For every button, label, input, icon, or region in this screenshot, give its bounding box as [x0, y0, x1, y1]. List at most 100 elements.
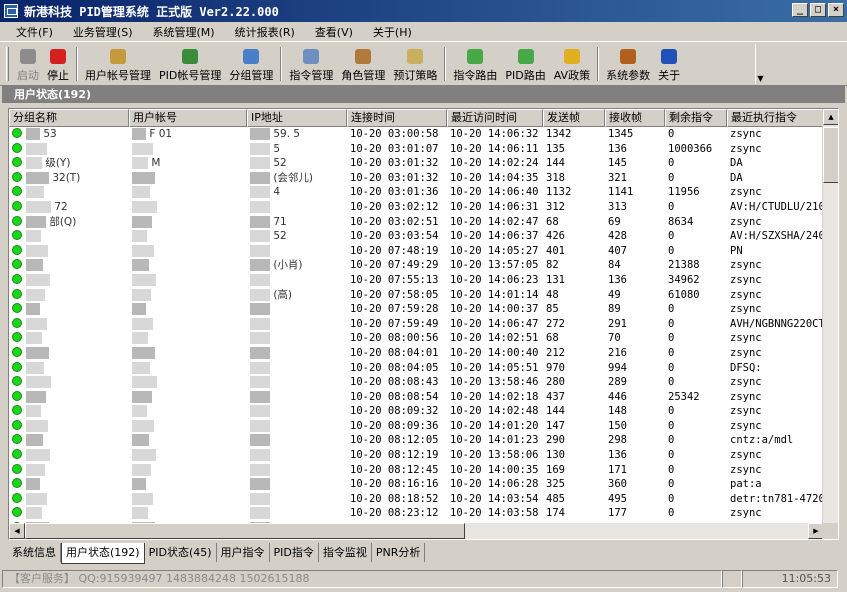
tab-3[interactable]: 用户指令 [217, 543, 270, 562]
table-row[interactable]: 10-20 08:12:05 10-20 14:01:23 290 298 0 cntz:… [9, 433, 824, 448]
redacted-block [26, 463, 45, 476]
cell-text: 10-20 08:12:45 [350, 463, 439, 476]
table-cell: 10-20 14:06:40 [447, 185, 543, 200]
menu-item-0[interactable]: 文件(F) [6, 24, 63, 40]
column-header-3[interactable]: 连接时间 [347, 109, 447, 127]
tab-6[interactable]: PNR分析 [372, 543, 426, 562]
toolbar-button-9[interactable]: PID路由 [501, 47, 549, 83]
cell-text: 313 [608, 200, 627, 213]
tab-5[interactable]: 指令监视 [319, 543, 372, 562]
table-row[interactable]: 32(T) (会邻儿) 10-20 03:01:32 10-20 14:04:35 3… [9, 171, 824, 186]
table-row[interactable]: (小肖) 10-20 07:49:29 10-20 13:57:05 82 84 2138… [9, 258, 824, 273]
toolbar-button-11[interactable]: 系统参数 [602, 47, 654, 83]
table-row[interactable]: 5 10-20 03:01:07 10-20 14:06:11 135 136 10003… [9, 142, 824, 157]
horizontal-scroll-thumb[interactable] [25, 523, 465, 539]
menu-item-2[interactable]: 系统管理(M) [143, 24, 225, 40]
table-row[interactable]: 10-20 08:04:01 10-20 14:00:40 212 216 0 zsync [9, 346, 824, 361]
table-row[interactable]: 53 F 01 59. 5 10-20 03:00:58 10-20 14:06:3… [9, 127, 824, 142]
cell-text: 145 [608, 157, 627, 170]
table-row[interactable]: 10-20 07:59:49 10-20 14:06:47 272 291 0 AVH/N… [9, 317, 824, 332]
table-cell: 10-20 14:05:51 [447, 361, 543, 376]
table-row[interactable]: 72 10-20 03:02:12 10-20 14:06:31 312 313 0 AV… [9, 200, 824, 215]
table-row[interactable]: 10-20 08:18:52 10-20 14:03:54 485 495 0 detr:… [9, 492, 824, 507]
cell-text: 0 [668, 346, 675, 359]
table-cell: 10-20 14:06:37 [447, 229, 543, 244]
user-status-grid[interactable]: 分组名称 用户帐号 IP地址 连接时间 最近访问时间 发送帧 接收帧 剩余指令 最近执行指令 5… [8, 108, 839, 540]
redacted-block [26, 288, 45, 301]
table-row[interactable]: 10-20 08:08:54 10-20 14:02:18 437 446 25342 z… [9, 390, 824, 405]
redacted-block [26, 128, 40, 140]
horizontal-scrollbar[interactable]: ◀ ▶ [9, 523, 824, 539]
redacted-block [250, 288, 270, 301]
toolbar-button-8[interactable]: 指令路由 [449, 47, 501, 83]
cell-text: 10-20 03:00:58 [350, 128, 439, 140]
table-cell: 10-20 07:49:29 [347, 258, 447, 273]
tab-4[interactable]: PID指令 [270, 543, 319, 562]
table-cell: zsync [727, 390, 824, 405]
redacted-block [132, 332, 148, 345]
tab-1[interactable]: 用户状态(192) [61, 543, 145, 564]
toolbar-button-12[interactable]: 关于 [654, 47, 684, 83]
table-row[interactable]: 10-20 08:04:05 10-20 14:05:51 970 994 0 DFSQ: [9, 361, 824, 376]
table-cell: zsync [727, 463, 824, 478]
column-header-4[interactable]: 最近访问时间 [447, 109, 543, 127]
tab-0[interactable]: 系统信息 [8, 543, 61, 562]
table-row[interactable]: 部(Q) 71 10-20 03:02:51 10-20 14:02:47 68 69 8… [9, 215, 824, 230]
maximize-button[interactable]: □ [810, 3, 826, 17]
minimize-button[interactable]: _ [792, 3, 808, 17]
table-row[interactable]: 52 10-20 03:03:54 10-20 14:06:37 426 428 0 AV:… [9, 229, 824, 244]
toolbar-button-2[interactable]: 用户帐号管理 [81, 47, 155, 83]
toolbar-button-10[interactable]: AV政策 [550, 47, 594, 83]
toolbar-button-6[interactable]: 角色管理 [337, 47, 389, 83]
column-header-5[interactable]: 发送帧 [543, 109, 605, 127]
table-row[interactable]: (高) 10-20 07:58:05 10-20 14:01:14 48 49 61080… [9, 288, 824, 303]
column-header-7[interactable]: 剩余指令 [665, 109, 727, 127]
cell-text: 147 [546, 419, 565, 432]
cell-text: 10-20 13:57:05 [450, 259, 539, 272]
table-cell [129, 390, 247, 405]
vertical-scrollbar[interactable]: ▲ [822, 109, 838, 525]
menu-item-1[interactable]: 业务管理(S) [63, 24, 143, 40]
column-header-6[interactable]: 接收帧 [605, 109, 665, 127]
column-header-2[interactable]: IP地址 [247, 109, 347, 127]
table-row[interactable]: 10-20 08:09:36 10-20 14:01:20 147 150 0 zsync [9, 419, 824, 434]
menu-item-4[interactable]: 查看(V) [305, 24, 363, 40]
toolbar-button-0[interactable]: 启动 [13, 47, 43, 83]
cell-text: 10-20 14:01:20 [450, 419, 539, 432]
table-row[interactable]: 10-20 08:12:19 10-20 13:58:06 130 136 0 zsync [9, 448, 824, 463]
toolbar-button-7[interactable]: 预订策略 [389, 47, 441, 83]
tab-2[interactable]: PID状态(45) [145, 543, 217, 562]
table-row[interactable]: 4 10-20 03:01:36 10-20 14:06:40 1132 1141 119… [9, 185, 824, 200]
table-row[interactable]: 10-20 07:55:13 10-20 14:06:23 131 136 34962 z… [9, 273, 824, 288]
toolbar-button-4[interactable]: 分组管理 [225, 47, 277, 83]
column-header-0[interactable]: 分组名称 [9, 109, 129, 127]
vertical-scroll-thumb[interactable] [823, 127, 838, 183]
column-header-1[interactable]: 用户帐号 [129, 109, 247, 127]
redacted-block [26, 405, 41, 418]
toolbar-button-1[interactable]: 停止 [43, 47, 73, 83]
scroll-up-icon[interactable]: ▲ [823, 109, 838, 125]
close-button[interactable]: × [828, 3, 844, 17]
table-row[interactable]: 10-20 08:16:16 10-20 14:06:28 325 360 0 pat:a [9, 477, 824, 492]
toolbar-overflow-button[interactable]: ▼ [755, 44, 765, 84]
toolbar-button-3[interactable]: PID帐号管理 [155, 47, 225, 83]
redacted-block [26, 157, 42, 170]
table-row[interactable]: 10-20 08:23:12 10-20 14:03:58 174 177 0 zsync [9, 506, 824, 521]
table-row[interactable]: 10-20 08:00:56 10-20 14:02:51 68 70 0 zsync [9, 331, 824, 346]
table-row[interactable]: 10-20 08:09:32 10-20 14:02:48 144 148 0 zsync [9, 404, 824, 419]
table-row[interactable]: 10-20 08:12:45 10-20 14:00:35 169 171 0 zsync [9, 463, 824, 478]
table-row[interactable]: 10-20 07:59:28 10-20 14:00:37 85 89 0 zsync [9, 302, 824, 317]
cell-text: DFSQ: [730, 361, 762, 374]
cell-text: 89 [608, 303, 621, 316]
table-row[interactable]: 10-20 07:48:19 10-20 14:05:27 401 407 0 PN [9, 244, 824, 259]
menu-item-5[interactable]: 关于(H) [363, 24, 422, 40]
toolbar-grip[interactable] [6, 47, 9, 81]
toolbar-button-5[interactable]: 指令管理 [285, 47, 337, 83]
table-row[interactable]: 10-20 08:08:43 10-20 13:58:46 280 289 0 zsync [9, 375, 824, 390]
table-cell: pat:a [727, 477, 824, 492]
table-cell: zsync [727, 142, 824, 157]
menu-item-3[interactable]: 统计报表(R) [225, 24, 305, 40]
column-header-8[interactable]: 最近执行指令 [727, 109, 824, 127]
scroll-left-icon[interactable]: ◀ [9, 523, 25, 539]
table-row[interactable]: 级(Y) M 52 10-20 03:01:32 10-20 14:02:24 144… [9, 156, 824, 171]
